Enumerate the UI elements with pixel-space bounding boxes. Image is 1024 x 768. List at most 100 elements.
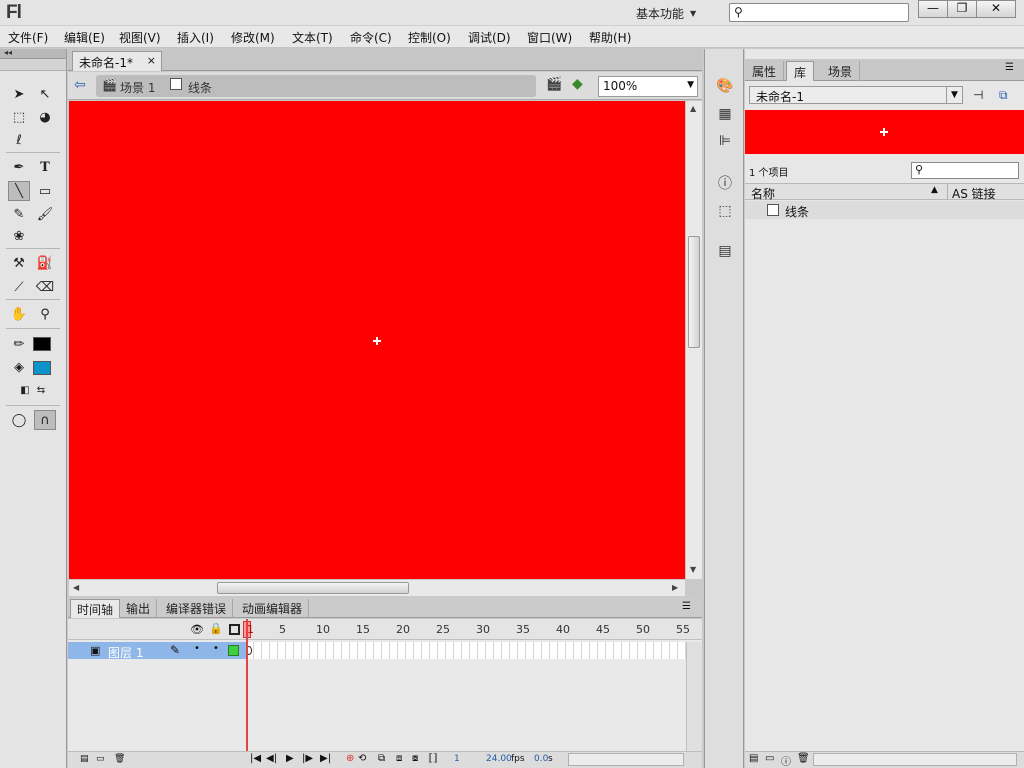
stage[interactable] — [69, 101, 685, 579]
delete-icon[interactable]: 🗑 — [797, 753, 810, 764]
workspace-switcher[interactable]: 基本功能 ▼ — [636, 4, 710, 22]
onion-skin-icon[interactable]: ⧉ — [378, 753, 385, 764]
layer-row[interactable]: ▣ 图层 1 ✎ • • — [68, 642, 246, 661]
swap-colors-icon[interactable]: ⇆ — [30, 380, 52, 400]
info-panel-icon[interactable]: ⓘ — [715, 173, 735, 193]
onion-markers-icon[interactable]: ⟦⟧ — [428, 753, 438, 764]
delete-icon[interactable]: 🗑 — [114, 754, 125, 764]
frame-number[interactable]: 40 — [556, 623, 570, 636]
menu-control[interactable]: 控制(O) — [408, 29, 451, 46]
first-frame-icon[interactable]: |◀ — [250, 753, 261, 764]
frame-number[interactable]: 45 — [596, 623, 610, 636]
frame-row[interactable] — [246, 642, 686, 659]
last-frame-icon[interactable]: ▶| — [320, 753, 331, 764]
fill-color-swatch[interactable] — [33, 361, 51, 375]
menu-text[interactable]: 文本(T) — [292, 29, 333, 46]
lock-dot-icon[interactable]: • — [213, 643, 219, 654]
new-folder-icon[interactable]: ▭ — [765, 753, 774, 764]
panel-menu-icon[interactable]: ☰ — [682, 601, 691, 612]
color-panel-icon[interactable]: 🎨 — [715, 76, 735, 96]
eraser-tool-icon[interactable]: ⌫ — [34, 277, 56, 297]
properties-icon[interactable]: ⓘ — [781, 753, 791, 768]
free-transform-tool-icon[interactable]: ⬚ — [8, 107, 30, 127]
menu-help[interactable]: 帮助(H) — [589, 29, 631, 46]
library-hscrollbar[interactable] — [813, 753, 1017, 766]
brush-tool-icon[interactable]: 🖌 — [34, 204, 56, 224]
scroll-up-icon[interactable]: ▲ — [690, 104, 696, 113]
sort-up-icon[interactable]: ▲ — [931, 185, 938, 195]
frame-number[interactable]: 20 — [396, 623, 410, 636]
vertical-scroll-thumb[interactable] — [688, 236, 700, 348]
back-arrow-icon[interactable]: ⇦ — [74, 77, 86, 93]
zoom-tool-icon[interactable]: ⚲ — [34, 304, 56, 324]
close-icon[interactable]: × — [147, 54, 156, 67]
frame-number[interactable]: 50 — [636, 623, 650, 636]
scroll-left-icon[interactable]: ◀ — [73, 583, 79, 592]
panel-menu-icon[interactable]: ☰ — [1005, 62, 1014, 73]
close-button[interactable]: ✕ — [976, 0, 1016, 18]
menu-commands[interactable]: 命令(C) — [350, 29, 392, 46]
library-item[interactable]: 线条 — [745, 201, 1024, 219]
paint-bucket-tool-icon[interactable]: ⛽ — [34, 253, 56, 273]
tab-scene[interactable]: 场景 — [821, 61, 861, 81]
eye-icon[interactable]: 👁 — [190, 623, 204, 636]
menu-file[interactable]: 文件(F) — [8, 29, 48, 46]
library-document-select[interactable]: 未命名-1 ▼ — [749, 86, 963, 104]
menu-debug[interactable]: 调试(D) — [468, 29, 511, 46]
menu-insert[interactable]: 插入(I) — [177, 29, 214, 46]
timeline-hscrollbar[interactable] — [568, 753, 684, 766]
align-panel-icon[interactable]: ⊫ — [715, 131, 735, 151]
pencil-tool-icon[interactable]: ✎ — [8, 204, 30, 224]
library-search-input[interactable]: ⚲ — [911, 162, 1019, 179]
tab-library[interactable]: 库 — [786, 61, 815, 81]
help-search-input[interactable]: ⚲ — [729, 3, 909, 22]
frame-number[interactable]: 10 — [316, 623, 330, 636]
vertical-scrollbar[interactable]: ▲ ▼ — [685, 101, 702, 579]
subselection-tool-icon[interactable]: ↖ — [34, 84, 56, 104]
horizontal-scroll-thumb[interactable] — [217, 582, 409, 594]
breadcrumb-scene[interactable]: 场景 1 — [120, 79, 155, 96]
swatches-panel-icon[interactable]: ▦ — [715, 104, 735, 124]
fps-value[interactable]: 24.00 — [486, 754, 512, 764]
edit-multiple-frames-icon[interactable]: ⧇ — [412, 753, 418, 764]
visibility-dot-icon[interactable]: • — [194, 643, 200, 654]
loop-icon[interactable]: ⟲ — [358, 753, 366, 764]
layer-name[interactable]: 图层 1 — [108, 644, 143, 661]
scroll-right-icon[interactable]: ▶ — [672, 583, 678, 592]
tab-output[interactable]: 输出 — [120, 599, 158, 618]
menu-window[interactable]: 窗口(W) — [527, 29, 572, 46]
frame-number[interactable]: 15 — [356, 623, 370, 636]
tab-motion-editor[interactable]: 动画编辑器 — [236, 599, 310, 618]
components-panel-icon[interactable]: ▤ — [715, 241, 735, 261]
eyedropper-tool-icon[interactable]: ⟋ — [8, 277, 30, 297]
edit-scene-icon[interactable]: 🎬 — [546, 77, 562, 92]
column-name[interactable]: 名称 — [751, 185, 775, 202]
pen-tool-icon[interactable]: ✒ — [8, 157, 30, 177]
frame-number[interactable]: 25 — [436, 623, 450, 636]
tab-compiler-errors[interactable]: 编译器错误 — [160, 599, 234, 618]
tab-timeline[interactable]: 时间轴 — [70, 599, 121, 618]
play-icon[interactable]: ▶ — [286, 753, 294, 764]
stroke-color-swatch[interactable] — [33, 337, 51, 351]
object-drawing-icon[interactable]: ◯ — [8, 410, 30, 430]
frame-number[interactable]: 5 — [279, 623, 286, 636]
new-layer-icon[interactable]: ▤ — [80, 754, 89, 764]
3d-rotation-tool-icon[interactable]: ◕ — [34, 107, 56, 127]
restore-button[interactable]: ❐ — [947, 0, 977, 18]
outline-icon[interactable] — [229, 624, 240, 635]
new-symbol-icon[interactable]: ▤ — [749, 753, 758, 764]
onion-outline-icon[interactable]: ⧈ — [396, 753, 402, 764]
breadcrumb-symbol[interactable]: 线条 — [188, 79, 212, 96]
menu-view[interactable]: 视图(V) — [119, 29, 161, 46]
panel-grip[interactable] — [0, 59, 66, 71]
edit-symbols-icon[interactable]: ◆ — [572, 76, 583, 92]
frame-number[interactable]: 35 — [516, 623, 530, 636]
frame-number[interactable]: 55 — [676, 623, 690, 636]
lasso-tool-icon[interactable]: ℓ — [8, 130, 30, 150]
rectangle-tool-icon[interactable]: ▭ — [34, 181, 56, 201]
frame-number[interactable]: 30 — [476, 623, 490, 636]
minimize-button[interactable]: — — [918, 0, 948, 18]
selection-tool-icon[interactable]: ➤ — [8, 84, 30, 104]
new-folder-icon[interactable]: ▭ — [96, 754, 105, 764]
deco-tool-icon[interactable]: ❀ — [8, 226, 30, 246]
